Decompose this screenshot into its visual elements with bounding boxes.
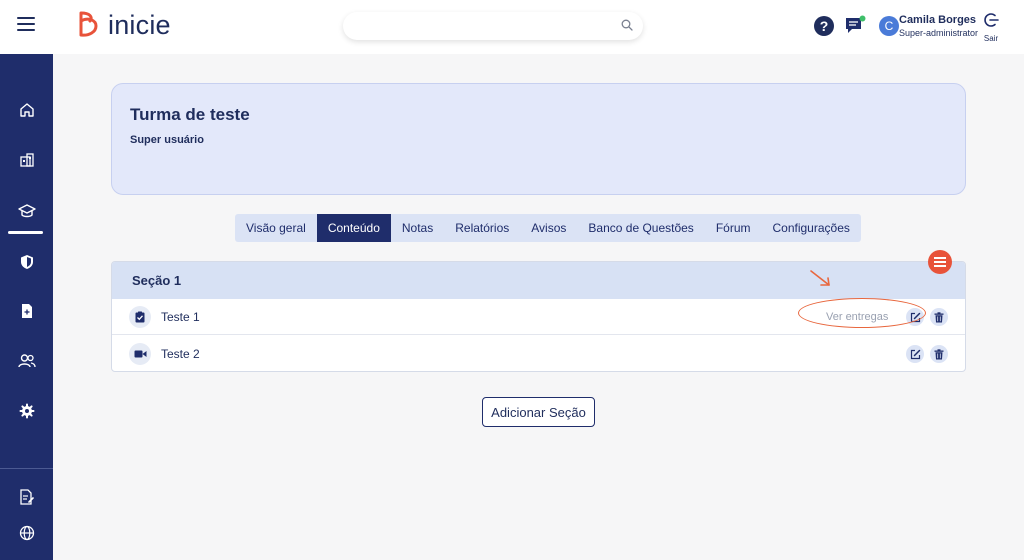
annotation-highlight-ellipse [798,298,926,328]
tab-grades[interactable]: Notas [391,214,444,242]
sidebar-item-documents[interactable] [0,296,53,326]
logout-label: Sair [983,34,999,43]
annotation-arrow-icon [810,270,830,286]
tab-question-bank[interactable]: Banco de Questões [577,214,704,242]
tab-content[interactable]: Conteúdo [316,214,391,242]
building-icon [19,153,34,167]
edit-icon[interactable] [906,345,924,363]
user-name: Camila Borges [899,14,977,26]
avatar[interactable]: C [879,16,899,36]
trash-icon[interactable] [930,308,948,326]
course-subtitle: Super usuário [130,134,204,146]
sidebar-item-users[interactable] [0,346,53,376]
search-input[interactable] [343,12,643,40]
shield-icon [20,255,33,269]
sidebar-active-indicator [8,231,43,234]
help-icon[interactable]: ? [814,16,834,36]
sidebar-item-home[interactable] [0,95,53,125]
logout-button[interactable]: Sair [982,12,1000,43]
list-item[interactable]: Teste 2 [112,336,965,371]
sidebar-item-settings[interactable] [0,396,53,426]
course-title: Turma de teste [130,105,250,124]
section-header[interactable]: Seção 1 [112,262,965,299]
add-section-button[interactable]: Adicionar Seção [482,397,595,427]
report-icon [19,489,34,505]
document-icon [21,304,32,318]
course-header-card: Turma de teste Super usuário [111,83,966,195]
top-bar: inicie ? C Camila Borges Super-administr… [0,0,1024,54]
home-icon [19,103,34,117]
globe-icon [19,525,34,541]
list-item-label: Teste 1 [161,310,200,324]
course-tabs: Visão geral Conteúdo Notas Relatórios Av… [235,214,861,242]
tab-settings[interactable]: Configurações [761,214,860,242]
tab-reports[interactable]: Relatórios [444,214,520,242]
hamburger-menu-icon[interactable] [17,17,35,33]
task-check-icon [129,306,151,328]
list-item-label: Teste 2 [161,347,200,361]
sidebar [0,54,53,560]
tab-notices[interactable]: Avisos [520,214,577,242]
section-title: Seção 1 [132,273,182,288]
tab-overview[interactable]: Visão geral [235,214,317,242]
brand-name: inicie [108,10,171,40]
gear-icon [19,403,34,419]
logout-icon [984,13,999,27]
sidebar-item-reports[interactable] [0,482,53,512]
search-icon [621,19,633,31]
brand-logo[interactable]: inicie [78,10,171,41]
sidebar-item-language[interactable] [0,518,53,548]
brand-logo-mark-icon [79,11,98,37]
sidebar-item-security[interactable] [0,247,53,277]
chat-icon[interactable] [844,15,866,40]
users-icon [17,354,36,368]
sidebar-item-courses[interactable] [0,196,53,226]
trash-icon[interactable] [930,345,948,363]
graduation-cap-icon [17,204,36,218]
section-menu-icon[interactable] [928,250,952,274]
user-role: Super-administrator [899,28,979,38]
tab-forum[interactable]: Fórum [705,214,762,242]
video-icon [129,343,151,365]
sidebar-item-building[interactable] [0,145,53,175]
sidebar-divider [0,468,53,469]
